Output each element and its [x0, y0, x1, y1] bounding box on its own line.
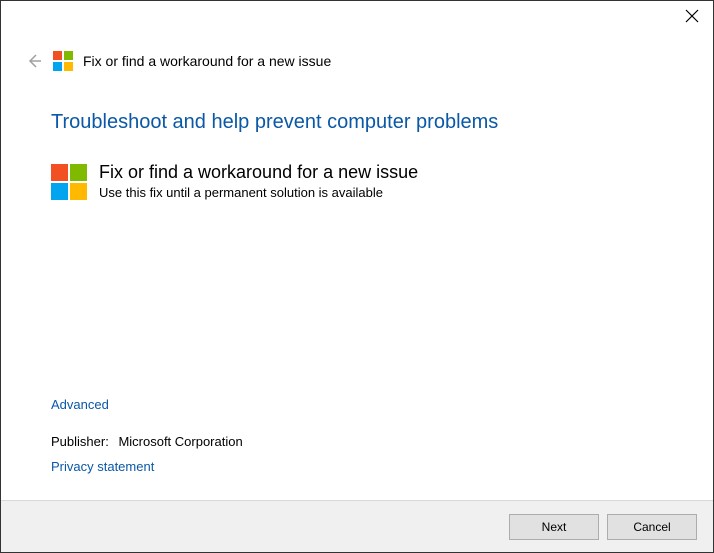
item-title: Fix or find a workaround for a new issue	[99, 162, 418, 183]
microsoft-logo-icon	[53, 51, 73, 71]
footer-bar: Next Cancel	[1, 500, 713, 552]
advanced-link[interactable]: Advanced	[51, 397, 109, 412]
content-area: Troubleshoot and help prevent computer p…	[1, 71, 713, 200]
publisher-label: Publisher:	[51, 434, 109, 449]
item-subtitle: Use this fix until a permanent solution …	[99, 185, 418, 200]
troubleshooter-item: Fix or find a workaround for a new issue…	[51, 162, 663, 200]
publisher-row: Publisher: Microsoft Corporation	[51, 434, 243, 449]
lower-block: Advanced Publisher: Microsoft Corporatio…	[51, 397, 243, 474]
publisher-value: Microsoft Corporation	[118, 434, 242, 449]
titlebar	[1, 1, 713, 41]
cancel-button[interactable]: Cancel	[607, 514, 697, 540]
next-button[interactable]: Next	[509, 514, 599, 540]
back-arrow-icon[interactable]	[25, 52, 43, 70]
wizard-header: Fix or find a workaround for a new issue	[1, 41, 713, 71]
main-heading: Troubleshoot and help prevent computer p…	[51, 111, 663, 134]
close-icon[interactable]	[685, 9, 699, 23]
microsoft-logo-icon	[51, 164, 87, 200]
wizard-title: Fix or find a workaround for a new issue	[83, 53, 331, 69]
privacy-link[interactable]: Privacy statement	[51, 459, 154, 474]
